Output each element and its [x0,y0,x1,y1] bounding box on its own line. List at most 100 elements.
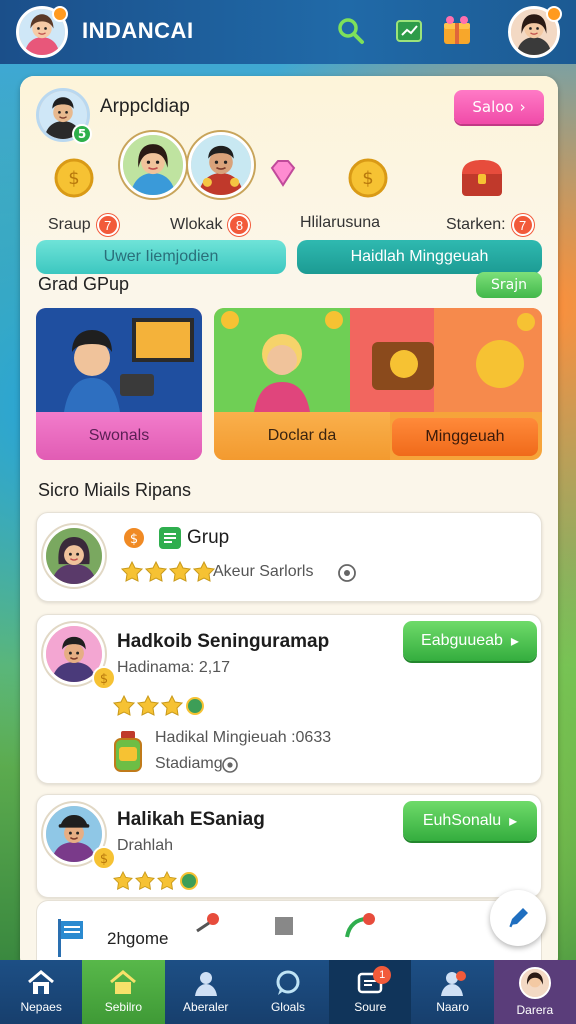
row-action-button[interactable]: EuhSonalu ▸ [403,801,537,841]
promo-tile-footer: Swonals [36,412,202,460]
weekly-promo-button[interactable]: Minggeuah [392,418,538,456]
profile-name: Arppcldiap [100,96,190,117]
shop-label: Starken: 7 [446,214,534,236]
user-icon [194,972,217,996]
shop-item-chest[interactable] [458,156,506,200]
chart-icon[interactable] [390,12,428,50]
list-item[interactable]: $ Grup Akeur Sarlorls [36,512,542,602]
bottom-nav: Nepaes Sebilro Aberaler Gloals 1 Soure N… [0,960,576,1024]
token-icon [180,872,198,890]
potion-icon [114,731,142,772]
svg-text:$: $ [100,852,108,867]
nav-inbox[interactable]: 1 Soure [329,960,412,1024]
app-title: INDANCAI [82,18,194,43]
row-subtitle: Akeur Sarlorls [213,563,314,580]
list-item[interactable]: $ Hadkoib Seninguramap Hadinama: 2,17 Ea… [36,614,542,784]
flag-icon [58,919,83,957]
chat-icon [276,970,300,995]
coin-icon: $ [54,158,94,198]
row-title: Grup [187,527,230,548]
star-icon [169,561,191,582]
nav-label: Aberaler [183,1000,229,1014]
nav-label: Gloals [270,1000,305,1014]
weekly-reward-button[interactable]: Haidlah Minggeuah [297,240,542,274]
nav-label: Soure [354,1000,387,1014]
rating-stars [121,561,215,583]
profile-action-button[interactable]: Saloo › [454,90,544,124]
star-icon [137,695,159,716]
chest-icon [462,160,502,196]
nav-home[interactable]: Nepaes [0,960,82,1024]
list-icon [159,527,181,549]
info-icon [222,757,238,773]
promo-illustration [214,308,542,412]
svg-text:$: $ [362,168,373,189]
row-detail: Hadikal Mingieuah :0633 [155,729,332,746]
promo-tile[interactable]: Doclar da Minggeuah [214,308,542,460]
play-icon: ▸ [509,813,518,830]
nav-label: Darera [516,1003,554,1017]
shop-label: Wlokak 8 [170,214,251,236]
nav-store[interactable]: Sebilro [82,960,165,1024]
svg-text:$: $ [130,532,138,547]
svg-text:$: $ [100,672,108,687]
row-subtitle: Hadinama: 2,17 [117,659,230,676]
row-title: Hadkoib Seninguramap [117,631,330,652]
nav-user[interactable]: Aberaler [165,960,247,1024]
star-icon [193,561,215,582]
section-title: Sicro Miails Ripans [38,480,192,500]
nav-chat[interactable]: Gloals [247,960,329,1024]
shop-item-coin[interactable]: $ [346,156,390,200]
home-icon [28,970,55,994]
chevron-right-icon: › [519,98,526,116]
promo-tile[interactable]: Swonals [36,308,202,460]
pencil-icon [509,908,528,928]
row-subtitle: Drahlah [117,837,174,854]
coin-icon: $ [92,846,116,870]
square-icon [275,917,293,935]
level-badge: 5 [72,124,92,144]
avatar-face-icon [46,528,102,584]
coin-icon: $ [92,666,116,690]
nav-label: Sebilro [104,1000,143,1014]
search-icon[interactable] [332,12,370,50]
rating-stars [113,871,199,891]
star-icon [121,561,143,582]
count-badge: 7 [96,214,119,236]
notification-dot [52,6,68,22]
info-icon [338,564,356,582]
orange-coin-icon: $ [122,526,146,550]
nav-avatar[interactable]: Darera [493,960,576,1024]
gem-icon [270,160,296,187]
nav-profile[interactable]: Naaro [411,960,493,1024]
star-icon [113,871,133,890]
nav-label: Nepaes [20,1000,62,1014]
rating-stars [113,695,205,717]
friend-avatar[interactable] [120,132,186,198]
list-item[interactable]: $ Halikah ESaniag Drahlah EuhSonalu ▸ [36,794,542,898]
edit-fab-button[interactable] [490,890,546,946]
token-icon [186,697,204,715]
star-icon [135,871,155,890]
count-badge: 8 [228,214,251,236]
shop-item-gem[interactable] [266,156,300,190]
row-action-button[interactable]: Eabguueab ▸ [403,621,537,661]
user-leaderboard-button[interactable]: Uwer Iiemjodien [36,240,286,274]
row-detail: Stadiamg [155,755,223,772]
shop-label: Hlilarusuna [300,214,381,231]
star-icon [157,871,177,890]
shop-item-coin[interactable]: $ [52,156,96,200]
nav-label: Naaro [436,1000,469,1014]
avatar-face-icon [123,135,183,195]
star-icon [145,561,167,582]
group-action-button[interactable]: Srajn [476,272,542,298]
coin-icon: $ [348,158,388,198]
profile-action-label: Saloo [472,98,514,116]
star-icon [113,695,135,716]
friend-avatar[interactable] [188,132,254,198]
notification-dot [546,6,562,22]
star-icon [161,695,183,716]
row-title: Halikah ESaniag [117,809,265,830]
gift-icon[interactable] [438,12,476,50]
promo-illustration [36,308,202,412]
